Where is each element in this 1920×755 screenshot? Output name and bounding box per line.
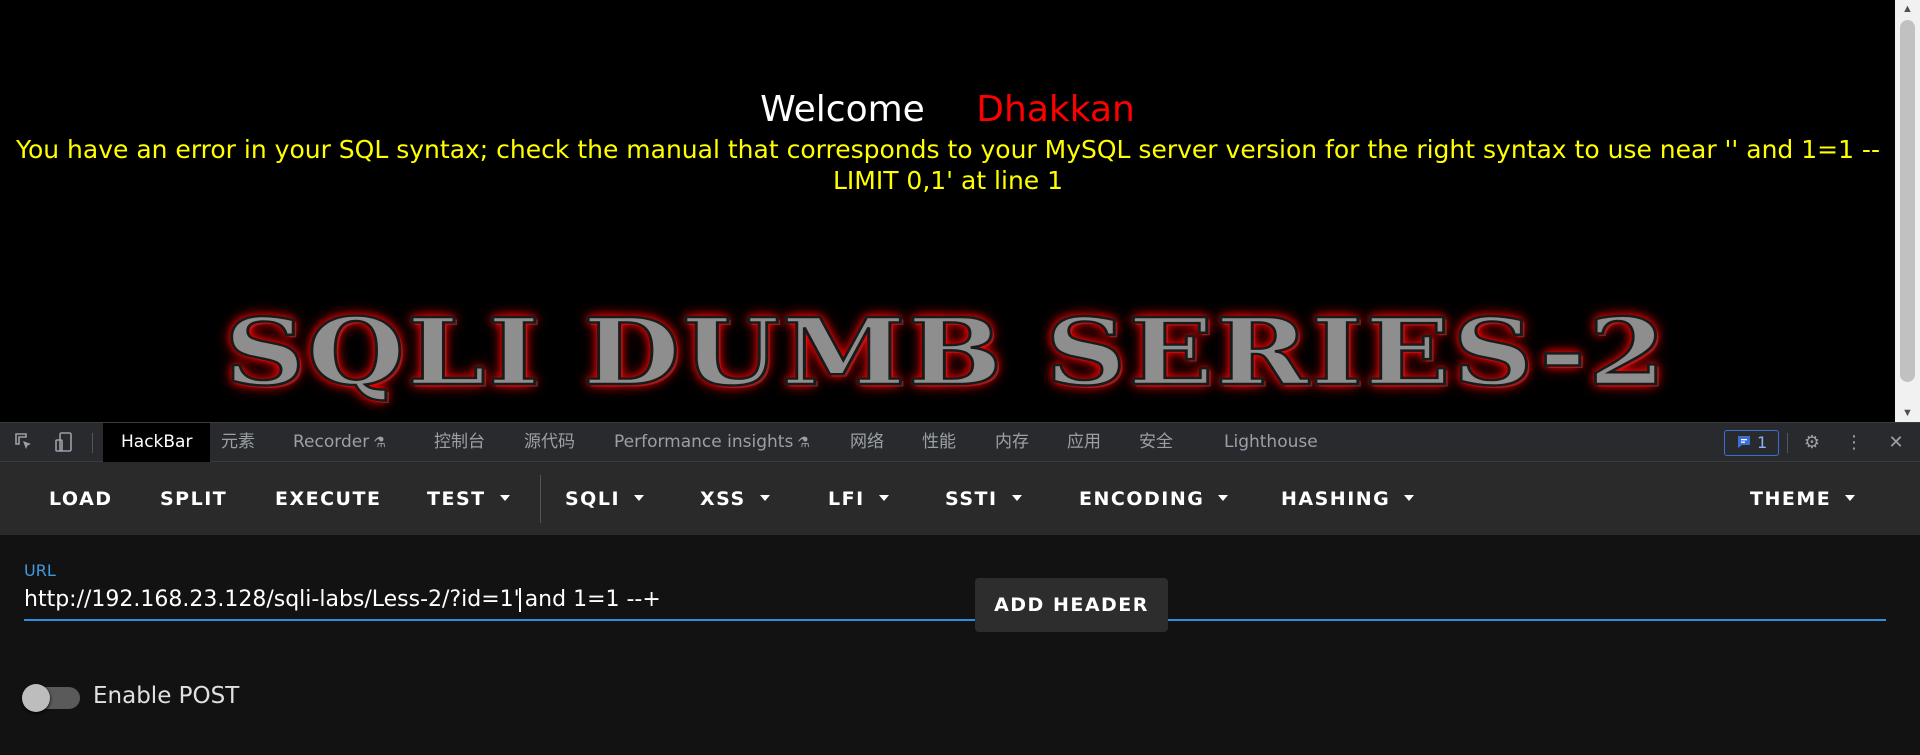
hashing-label: HASHING (1281, 488, 1391, 510)
ssti-label: SSTI (945, 488, 998, 510)
chevron-down-icon (1845, 494, 1856, 501)
url-input[interactable]: http://192.168.23.128/sqli-labs/Less-2/?… (24, 583, 1886, 621)
tab-security[interactable]: 安全 (1139, 423, 1173, 462)
theme-label: THEME (1750, 488, 1832, 510)
gear-icon[interactable]: ⚙ (1800, 431, 1824, 455)
scroll-down-icon[interactable]: ▼ (1895, 404, 1920, 422)
scroll-up-icon[interactable]: ▲ (1895, 0, 1920, 18)
test-menu-button[interactable]: TEST (427, 463, 510, 535)
load-button[interactable]: LOAD (49, 463, 113, 535)
tab-performance[interactable]: 性能 (922, 423, 956, 462)
flask-icon: ⚗ (797, 435, 810, 451)
tab-network[interactable]: 网络 (850, 423, 884, 462)
url-text-after-cursor: and 1=1 --+ (524, 587, 661, 612)
hashing-menu-button[interactable]: HASHING (1281, 463, 1415, 535)
ssti-menu-button[interactable]: SSTI (945, 463, 1022, 535)
toolbar-divider (540, 475, 541, 523)
theme-menu-button[interactable]: THEME (1750, 463, 1856, 535)
chevron-down-icon (499, 494, 510, 501)
test-label: TEST (427, 488, 486, 510)
sql-error-message: You have an error in your SQL syntax; ch… (16, 135, 1880, 195)
text-cursor (518, 588, 521, 612)
tab-recorder-label: Recorder (293, 432, 370, 452)
tab-hackbar[interactable]: HackBar (103, 423, 211, 462)
enable-post-label: Enable POST (93, 683, 240, 709)
chevron-down-icon (878, 494, 889, 501)
execute-button[interactable]: EXECUTE (275, 463, 381, 535)
tab-memory[interactable]: 内存 (995, 423, 1029, 462)
split-button[interactable]: SPLIT (160, 463, 227, 535)
chevron-down-icon (1011, 494, 1022, 501)
tab-elements[interactable]: 元素 (221, 423, 255, 462)
page-viewport: Welcome Dhakkan You have an error in you… (0, 0, 1920, 422)
toolbar-divider (92, 433, 93, 453)
close-icon[interactable]: ✕ (1884, 431, 1908, 455)
tab-application[interactable]: 应用 (1067, 423, 1101, 462)
devtools-panel: HackBar 元素 Recorder ⚗ 控制台 源代码 Performance… (0, 422, 1920, 755)
chevron-down-icon (1404, 494, 1415, 501)
scrollbar-thumb[interactable] (1900, 20, 1915, 382)
chevron-down-icon (634, 494, 645, 501)
welcome-line: Welcome Dhakkan (0, 88, 1895, 132)
tab-lighthouse[interactable]: Lighthouse (1224, 423, 1318, 462)
encoding-label: ENCODING (1079, 488, 1205, 510)
issues-icon (1736, 433, 1757, 452)
hackbar-toolbar: LOAD SPLIT EXECUTE TEST SQLI XSS LFI SST… (0, 463, 1920, 535)
xss-label: XSS (700, 488, 746, 510)
tab-recorder[interactable]: Recorder ⚗ (293, 423, 386, 462)
device-toggle-icon[interactable] (52, 431, 76, 455)
issues-count: 1 (1756, 433, 1768, 452)
welcome-text: Welcome (760, 89, 925, 130)
lfi-menu-button[interactable]: LFI (828, 463, 889, 535)
vertical-scrollbar[interactable]: ▲ ▼ (1895, 0, 1920, 422)
url-label: URL (24, 561, 56, 580)
toggle-knob[interactable] (22, 684, 50, 712)
url-text-before-cursor: http://192.168.23.128/sqli-labs/Less-2/?… (24, 587, 520, 612)
lfi-label: LFI (828, 488, 865, 510)
devtools-tabbar: HackBar 元素 Recorder ⚗ 控制台 源代码 Performance… (0, 422, 1920, 462)
tab-performance-insights-label: Performance insights (614, 432, 794, 452)
tab-console[interactable]: 控制台 (434, 423, 485, 462)
toolbar-divider (1787, 433, 1788, 453)
tab-performance-insights[interactable]: Performance insights ⚗ (614, 423, 810, 462)
xss-menu-button[interactable]: XSS (700, 463, 770, 535)
chevron-down-icon (1218, 494, 1229, 501)
sqli-menu-button[interactable]: SQLI (565, 463, 645, 535)
chevron-down-icon (759, 494, 770, 501)
inspect-icon[interactable] (12, 431, 36, 455)
add-header-button[interactable]: ADD HEADER (975, 578, 1168, 632)
issues-badge[interactable]: 1 (1724, 430, 1779, 456)
more-vert-icon[interactable]: ⋮ (1842, 431, 1866, 455)
welcome-username: Dhakkan (976, 89, 1135, 130)
hackbar-body: URL http://192.168.23.128/sqli-labs/Less… (0, 535, 1920, 755)
sqli-label: SQLI (565, 488, 621, 510)
flask-icon: ⚗ (373, 435, 386, 451)
encoding-menu-button[interactable]: ENCODING (1079, 463, 1229, 535)
enable-post-toggle[interactable] (22, 684, 80, 712)
tab-sources[interactable]: 源代码 (524, 423, 575, 462)
series-banner: SQLI DUMB SERIES-2 (223, 298, 1668, 407)
